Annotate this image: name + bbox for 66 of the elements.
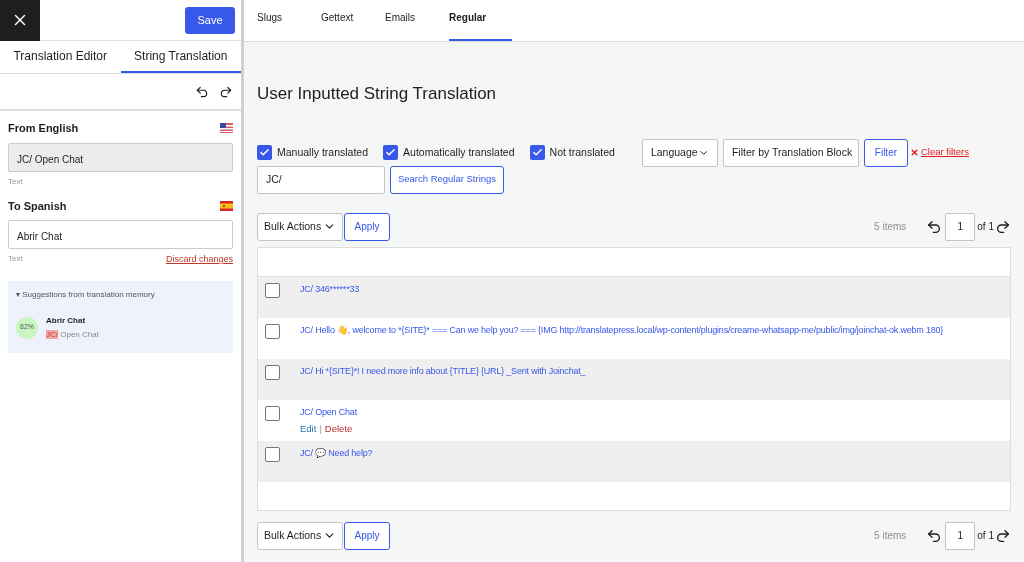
checkbox[interactable] — [257, 145, 272, 160]
item-count: 5 items — [874, 220, 907, 234]
next-page-icon[interactable] — [995, 218, 1011, 235]
tab[interactable]: Gettext — [321, 1, 383, 41]
close-button[interactable] — [0, 0, 40, 41]
source-heading: From English — [8, 121, 79, 136]
save-button[interactable]: Save — [185, 6, 235, 34]
page-total: of 1 — [977, 529, 994, 543]
filter-label: Not translated — [549, 144, 615, 160]
target-textarea[interactable]: Abrir Chat — [8, 220, 233, 249]
suggestion-translation: Abrir Chat — [46, 314, 87, 327]
page-title: User Inputted String Translation — [257, 83, 498, 105]
sidebar-tab[interactable]: Translation Editor — [0, 41, 121, 73]
discard-changes-link[interactable]: Discard changes — [165, 253, 233, 267]
delete-link[interactable]: Delete — [324, 422, 353, 437]
filter-label: Manually translated — [277, 144, 369, 160]
checkbox[interactable] — [265, 364, 280, 380]
redo-icon[interactable] — [219, 84, 233, 99]
checkbox[interactable] — [265, 282, 280, 298]
suggestions-toggle[interactable]: ▾ Suggestions from translation memory — [16, 288, 225, 301]
string-link[interactable]: JC/ 💬 Need help? — [300, 446, 373, 460]
tab[interactable]: Regular — [449, 1, 512, 41]
checkbox[interactable] — [529, 145, 545, 160]
page-total: of 1 — [977, 220, 994, 234]
filter-button[interactable]: Filter — [863, 138, 908, 167]
check-icon — [531, 147, 543, 158]
string-link[interactable]: JC/ Hello 👋, welcome to *{SITE}* === Can we help you? === {IMG http://translatepress.local/wp-content/plugins/creame-whatsapp-me/public/img/joinchat-ok.webm 180} — [300, 323, 944, 337]
language-select[interactable]: Language — [641, 138, 718, 167]
check-icon — [385, 147, 397, 158]
page-field[interactable]: 1 — [945, 521, 976, 550]
flag-icon — [220, 200, 233, 211]
suggestion-source: JC/ Open Chat — [46, 328, 99, 341]
source-textarea[interactable]: JC/ Open Chat — [8, 142, 233, 172]
search-field[interactable]: JC/ — [257, 165, 385, 194]
separator: | — [319, 422, 322, 436]
tab[interactable]: Slugs — [257, 1, 319, 41]
string-link[interactable]: JC/ 346******33 — [300, 282, 360, 296]
translation-block-select[interactable]: Filter by Translation Block — [722, 138, 859, 167]
search-button[interactable]: Search Regular Strings — [390, 165, 504, 194]
clear-filters-link[interactable]: Clear filters — [920, 145, 969, 160]
clear-icon — [909, 148, 919, 157]
apply-button[interactable]: Apply — [344, 521, 390, 550]
check-icon — [259, 147, 270, 158]
bulk-actions-select[interactable]: Bulk Actions — [257, 521, 343, 550]
field-hint: Text — [8, 253, 23, 265]
checkbox[interactable] — [265, 446, 280, 462]
sidebar-tab[interactable]: String Translation — [120, 41, 241, 73]
item-count: 5 items — [874, 529, 907, 543]
field-hint: Text — [8, 175, 24, 188]
flag-icon — [220, 123, 233, 134]
edit-link[interactable]: Edit — [300, 422, 317, 437]
tab[interactable]: Emails — [385, 1, 447, 41]
undo-icon[interactable] — [195, 84, 209, 99]
string-link[interactable]: JC/ Open Chat — [300, 405, 357, 419]
target-heading: To Spanish — [8, 198, 67, 214]
previous-page-icon[interactable] — [926, 527, 943, 544]
string-link[interactable]: JC/ Hi *{SITE}*! I need more info about {TITLE} {URL} _Sent with Joinchat_ — [300, 364, 586, 378]
filter-label: Automatically translated — [403, 144, 515, 160]
checkbox[interactable] — [383, 145, 399, 160]
checkbox[interactable] — [265, 405, 280, 421]
checkbox[interactable] — [265, 323, 280, 339]
bulk-actions-select[interactable]: Bulk Actions — [257, 212, 343, 241]
previous-page-icon[interactable] — [926, 218, 943, 235]
next-page-icon[interactable] — [995, 527, 1011, 544]
apply-button[interactable]: Apply — [344, 212, 390, 241]
page-field[interactable]: 1 — [945, 212, 976, 241]
